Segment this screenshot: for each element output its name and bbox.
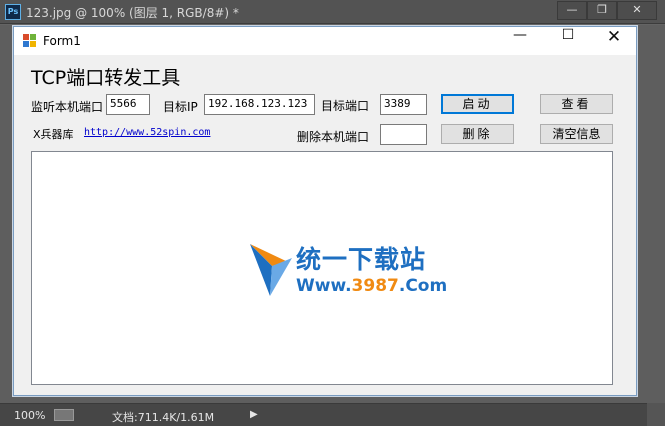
clear-info-button[interactable]: 清空信息 (540, 124, 613, 144)
form-maximize-button[interactable]: ☐ (545, 27, 591, 55)
form-window: Form1 — ☐ ✕ TCP端口转发工具 监听本机端口 5566 目标IP 1… (13, 26, 637, 396)
app-heading: TCP端口转发工具 (31, 67, 181, 89)
watermark-url-suffix: .Com (398, 276, 448, 296)
ps-minimize-button[interactable]: — (557, 1, 587, 20)
ps-horizontal-scrollbar[interactable] (647, 403, 665, 426)
form-title: Form1 (43, 34, 81, 48)
start-button[interactable]: 启动 (441, 94, 514, 114)
watermark-url: Www.3987.Com (296, 276, 447, 296)
ps-close-button[interactable]: ✕ (617, 1, 657, 20)
ps-document-title: 123.jpg @ 100% (图层 1, RGB/8#) * (26, 6, 239, 20)
target-ip-label: 目标IP (163, 100, 198, 114)
ps-status-indicator-icon (54, 409, 74, 421)
target-port-label: 目标端口 (321, 99, 370, 113)
form-close-button[interactable]: ✕ (591, 27, 637, 55)
watermark-logo-icon (250, 244, 292, 296)
form-app-icon (23, 34, 36, 47)
photoshop-logo-icon: Ps (5, 4, 21, 20)
ps-document-size: 文档:711.4K/1.61M (112, 411, 215, 424)
watermark-url-number: 3987 (351, 276, 399, 296)
ps-status-menu-arrow-icon[interactable]: ▶ (250, 409, 258, 420)
form-minimize-button[interactable]: — (497, 27, 543, 55)
ps-zoom-level[interactable]: 100% (14, 409, 45, 422)
watermark-name: 统一下载站 (296, 245, 427, 274)
watermark-url-prefix: Www. (296, 276, 352, 296)
listen-port-input[interactable]: 5566 (106, 94, 150, 115)
target-port-input[interactable]: 3389 (380, 94, 427, 115)
target-ip-input[interactable]: 192.168.123.123 (204, 94, 315, 115)
credit-label: X兵器库 (33, 128, 74, 141)
ps-statusbar: 100% 文档:711.4K/1.61M ▶ (0, 403, 665, 426)
delete-port-label: 删除本机端口 (297, 130, 370, 144)
delete-button[interactable]: 删除 (441, 124, 514, 144)
view-button[interactable]: 查看 (540, 94, 613, 114)
log-textarea[interactable]: 统一下载站 Www.3987.Com (31, 151, 613, 385)
form-titlebar: Form1 — ☐ ✕ (14, 27, 636, 55)
delete-port-input[interactable] (380, 124, 427, 145)
ps-titlebar: Ps 123.jpg @ 100% (图层 1, RGB/8#) * — ❐ ✕ (0, 0, 665, 24)
photoshop-window: Ps 123.jpg @ 100% (图层 1, RGB/8#) * — ❐ ✕… (0, 0, 665, 426)
listen-port-label: 监听本机端口 (31, 100, 104, 114)
watermark: 统一下载站 Www.3987.Com (248, 240, 447, 304)
credit-link[interactable]: http://www.52spin.com (84, 127, 210, 138)
ps-restore-button[interactable]: ❐ (587, 1, 617, 20)
